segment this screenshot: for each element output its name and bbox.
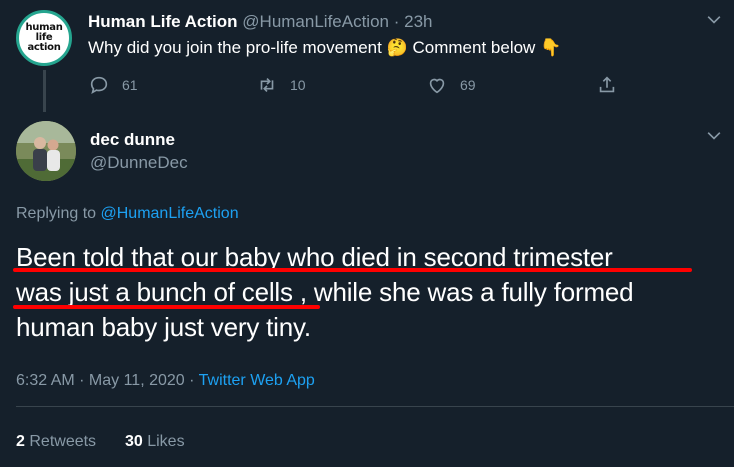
likes-label: Likes (147, 433, 185, 450)
chevron-down-icon[interactable] (704, 10, 724, 30)
retweets-stat[interactable]: 2 Retweets (16, 433, 101, 450)
retweets-label: Retweets (29, 433, 97, 450)
tweet-line-3: human baby just very tiny. (16, 310, 728, 345)
dec-dunne-avatar[interactable] (16, 121, 76, 181)
reply-icon (90, 76, 108, 95)
like-button[interactable]: 69 (426, 74, 476, 96)
pointing-down-emoji: 👇 (540, 38, 562, 57)
like-icon (429, 78, 445, 94)
parent-text-part-1: Why did you join the pro-life movement (88, 38, 382, 57)
parent-tweet-text: Why did you join the pro-life movement 🤔… (88, 37, 561, 59)
retweet-button[interactable]: 10 (256, 74, 306, 96)
reply-button[interactable]: 61 (88, 74, 138, 96)
tweet-timestamp[interactable]: 6:32 AM · May 11, 2020 · (16, 372, 194, 389)
avatar-photo (16, 121, 76, 181)
tweet-underlined-phrase: was just a bunch of cells (16, 277, 293, 307)
likes-count: 30 (124, 433, 143, 450)
retweet-icon (260, 77, 274, 93)
likes-stat[interactable]: 30 Likes (125, 433, 185, 450)
divider (16, 406, 734, 407)
tweet-metadata: 6:32 AM · May 11, 2020 · Twitter Web App (16, 371, 315, 391)
parent-author-handle[interactable]: @HumanLifeAction (242, 12, 389, 31)
replying-prefix: Replying to (16, 205, 97, 222)
share-button[interactable] (596, 74, 630, 96)
like-count: 69 (460, 77, 476, 93)
parent-tweet-time[interactable]: 23h (404, 12, 432, 31)
separator-dot: · (393, 12, 400, 31)
author-handle[interactable]: @DunneDec (90, 152, 188, 174)
thread-connector-line (43, 70, 46, 112)
chevron-down-icon[interactable] (704, 126, 724, 146)
red-annotation-underline-1 (13, 268, 692, 272)
author-name[interactable]: dec dunne (90, 129, 175, 151)
source-app-link[interactable]: Twitter Web App (199, 372, 315, 389)
tweet-body: Been told that our baby who died in seco… (16, 240, 728, 345)
thinking-face-emoji: 🤔 (386, 38, 408, 57)
tweet-line-3-text: human baby just very tiny. (16, 312, 311, 342)
parent-tweet-header: Human Life Action @HumanLifeAction · 23h (88, 11, 433, 33)
replying-to-line: Replying to @HumanLifeAction (16, 204, 239, 224)
replying-to-handle-link[interactable]: @HumanLifeAction (101, 205, 239, 222)
parent-tweet[interactable]: human life action Human Life Action @Hum… (0, 0, 734, 112)
engagement-stats: 2 Retweets 30 Likes (16, 432, 185, 452)
avatar-logo-word-3: action (27, 42, 61, 53)
share-icon (599, 76, 615, 93)
red-annotation-underline-2 (13, 305, 320, 309)
reply-count: 61 (122, 77, 138, 93)
parent-text-part-2: Comment below (412, 38, 536, 57)
retweet-count: 10 (290, 77, 306, 93)
parent-author-name[interactable]: Human Life Action (88, 12, 238, 31)
parent-tweet-actions: 61 10 69 (88, 74, 628, 98)
human-life-action-avatar[interactable]: human life action (16, 10, 72, 66)
retweets-count: 2 (16, 433, 25, 450)
tweet-line-2-rest: , while she was a fully formed (299, 277, 634, 307)
